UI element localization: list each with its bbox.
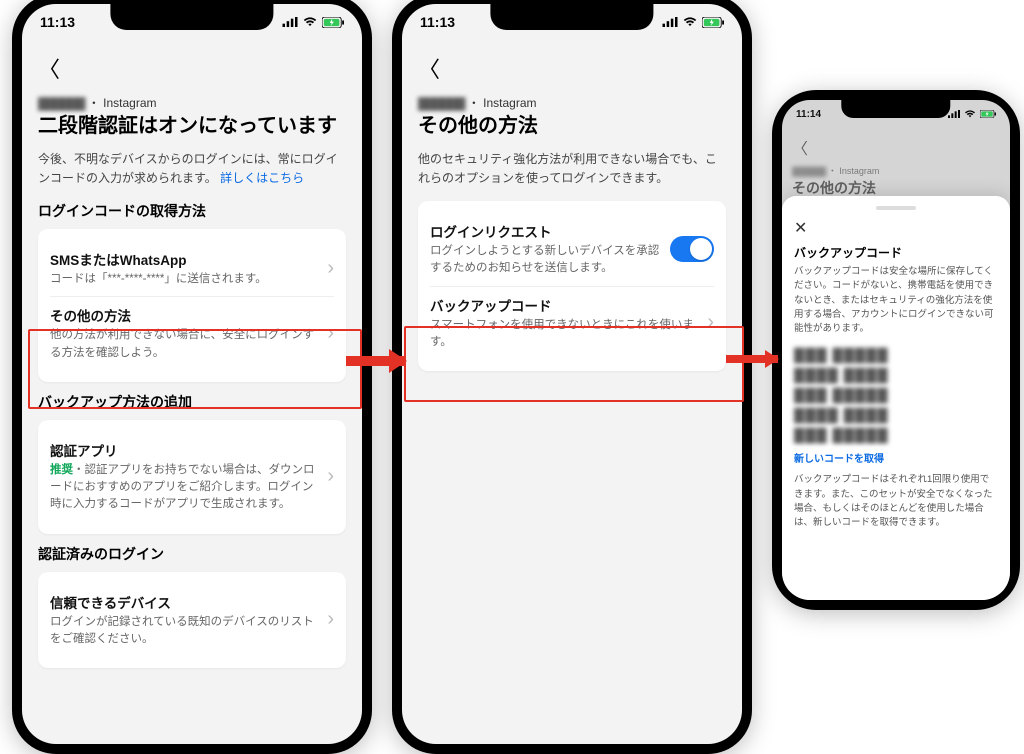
row-sms[interactable]: SMSまたはWhatsApp コードは「***-****-****」に送信されま… (50, 241, 334, 296)
chevron-right-icon: › (327, 257, 334, 280)
flow-arrow-1 (346, 356, 406, 366)
page-lead: 今後、不明なデバイスからのログインには、常にログインコードの入力が求められます。… (38, 150, 346, 187)
back-button[interactable]: 〈 (418, 46, 726, 94)
card-other-methods: ログインリクエスト ログインしようとする新しいデバイスを承認するためのお知らせを… (418, 201, 726, 371)
flow-arrow-2 (726, 355, 778, 363)
row-auth-app-title: 認証アプリ (50, 440, 319, 460)
backup-code: ▓▓▓▓ ▓▓▓▓ (794, 406, 998, 422)
row-auth-app-sub: 推奨・認証アプリをお持ちでない場合は、ダウンロードにおすすめのアプリをご紹介しま… (50, 462, 319, 514)
learn-more-link[interactable]: 詳しくはこちら (220, 171, 304, 185)
cellular-signal-icon (282, 17, 298, 27)
notch (841, 100, 950, 118)
sheet-grabber[interactable] (876, 206, 916, 210)
row-login-request[interactable]: ログインリクエスト ログインしようとする新しいデバイスを承認するためのお知らせを… (430, 213, 714, 286)
phone-3-frame: 11:14 〈 ▓▓▓▓▓▓ ・ Instagram その他の方法 他のセキュリ… (772, 90, 1020, 610)
card-trusted: 信頼できるデバイス ログインが記録されている既知のデバイスのリストをご確認くださ… (38, 572, 346, 669)
chevron-right-icon: › (327, 322, 334, 345)
row-trusted-devices[interactable]: 信頼できるデバイス ログインが記録されている既知のデバイスのリストをご確認くださ… (50, 584, 334, 657)
row-trusted-sub: ログインが記録されている既知のデバイスのリストをご確認ください。 (50, 614, 319, 649)
notch (490, 4, 653, 30)
row-login-request-title: ログインリクエスト (430, 221, 662, 241)
backup-code-list: ▓▓▓ ▓▓▓▓▓ ▓▓▓▓ ▓▓▓▓ ▓▓▓ ▓▓▓▓▓ ▓▓▓▓ ▓▓▓▓ … (794, 346, 998, 442)
login-request-toggle[interactable] (670, 236, 714, 262)
close-button[interactable]: ✕ (794, 216, 998, 244)
backup-code: ▓▓▓ ▓▓▓▓▓ (794, 426, 998, 442)
sheet-note: バックアップコードはそれぞれ1回限り使用できます。また、このセットが安全でなくな… (794, 473, 998, 530)
page-title: 二段階認証はオンになっています (38, 113, 346, 140)
phone-1-screen: 11:13 〈 ▓▓▓▓▓▓ ・ Instagram 二段階認証はオンになってい… (22, 4, 362, 744)
section-backup-add: バックアップ方法の追加 (38, 392, 346, 412)
section-login-codes: ログインコードの取得方法 (38, 201, 346, 221)
phone-2-content: 〈 ▓▓▓▓▓▓ ・ Instagram その他の方法 他のセキュリティ強化方法… (402, 40, 742, 744)
sheet-title: バックアップコード (794, 244, 998, 261)
page-lead: 他のセキュリティ強化方法が利用できない場合でも、これらのオプションを使ってログイ… (418, 150, 726, 187)
row-trusted-title: 信頼できるデバイス (50, 592, 319, 612)
backup-code: ▓▓▓▓ ▓▓▓▓ (794, 366, 998, 382)
wifi-icon (964, 110, 976, 118)
page-title: その他の方法 (418, 113, 726, 140)
status-time: 11:13 (420, 14, 455, 30)
row-backup-codes-title: バックアップコード (430, 295, 699, 315)
canvas: 11:13 〈 ▓▓▓▓▓▓ ・ Instagram 二段階認証はオンになってい… (0, 0, 1024, 748)
phone-3-screen: 11:14 〈 ▓▓▓▓▓▓ ・ Instagram その他の方法 他のセキュリ… (782, 100, 1010, 600)
status-time: 11:14 (796, 109, 821, 120)
sheet-lead: バックアップコードは安全な場所に保存してください。コードがないと、携帯電話を使用… (794, 265, 998, 336)
battery-charging-icon (702, 17, 724, 28)
back-button[interactable]: 〈 (38, 46, 346, 94)
section-trusted-logins: 認証済みのログイン (38, 544, 346, 564)
row-backup-codes-sub: スマートフォンを使用できないときにこれを使います。 (430, 317, 699, 352)
account-crumb: ▓▓▓▓▓▓ ・ Instagram (418, 94, 726, 111)
row-other-sub: 他の方法が利用できない場合に、安全にログインする方法を確認しよう。 (50, 327, 319, 362)
row-sms-title: SMSまたはWhatsApp (50, 249, 319, 269)
row-backup-codes[interactable]: バックアップコード スマートフォンを使用できないときにこれを使います。 › (430, 286, 714, 360)
backup-codes-sheet: ✕ バックアップコード バックアップコードは安全な場所に保存してください。コード… (782, 196, 1010, 600)
battery-charging-icon (980, 110, 996, 118)
row-auth-app[interactable]: 認証アプリ 推奨・認証アプリをお持ちでない場合は、ダウンロードにおすすめのアプリ… (50, 432, 334, 522)
battery-charging-icon (322, 17, 344, 28)
wifi-icon (682, 17, 698, 27)
chevron-right-icon: › (707, 311, 714, 334)
phone-2-frame: 11:13 〈 ▓▓▓▓▓▓ ・ Instagram その他の方法 他のセキュリ… (392, 0, 752, 754)
account-crumb: ▓▓▓▓▓▓ ・ Instagram (38, 94, 346, 111)
row-other-title: その他の方法 (50, 305, 319, 325)
status-time: 11:13 (40, 14, 75, 30)
card-login-codes: SMSまたはWhatsApp コードは「***-****-****」に送信されま… (38, 229, 346, 382)
phone-2-screen: 11:13 〈 ▓▓▓▓▓▓ ・ Instagram その他の方法 他のセキュリ… (402, 4, 742, 744)
cellular-signal-icon (948, 110, 960, 118)
row-sms-sub: コードは「***-****-****」に送信されます。 (50, 271, 319, 288)
status-icons (282, 17, 344, 28)
wifi-icon (302, 17, 318, 27)
backup-code: ▓▓▓ ▓▓▓▓▓ (794, 386, 998, 402)
status-icons (948, 110, 996, 118)
get-new-codes-link[interactable]: 新しいコードを取得 (794, 450, 998, 465)
row-login-request-sub: ログインしようとする新しいデバイスを承認するためのお知らせを送信します。 (430, 243, 662, 278)
chevron-right-icon: › (327, 608, 334, 631)
card-auth-app: 認証アプリ 推奨・認証アプリをお持ちでない場合は、ダウンロードにおすすめのアプリ… (38, 420, 346, 534)
row-other-methods[interactable]: その他の方法 他の方法が利用できない場合に、安全にログインする方法を確認しよう。… (50, 296, 334, 370)
phone-1-frame: 11:13 〈 ▓▓▓▓▓▓ ・ Instagram 二段階認証はオンになってい… (12, 0, 372, 754)
phone-1-content: 〈 ▓▓▓▓▓▓ ・ Instagram 二段階認証はオンになっています 今後、… (22, 40, 362, 744)
chevron-right-icon: › (327, 465, 334, 488)
backup-code: ▓▓▓ ▓▓▓▓▓ (794, 346, 998, 362)
status-icons (662, 17, 724, 28)
cellular-signal-icon (662, 17, 678, 27)
notch (110, 4, 273, 30)
